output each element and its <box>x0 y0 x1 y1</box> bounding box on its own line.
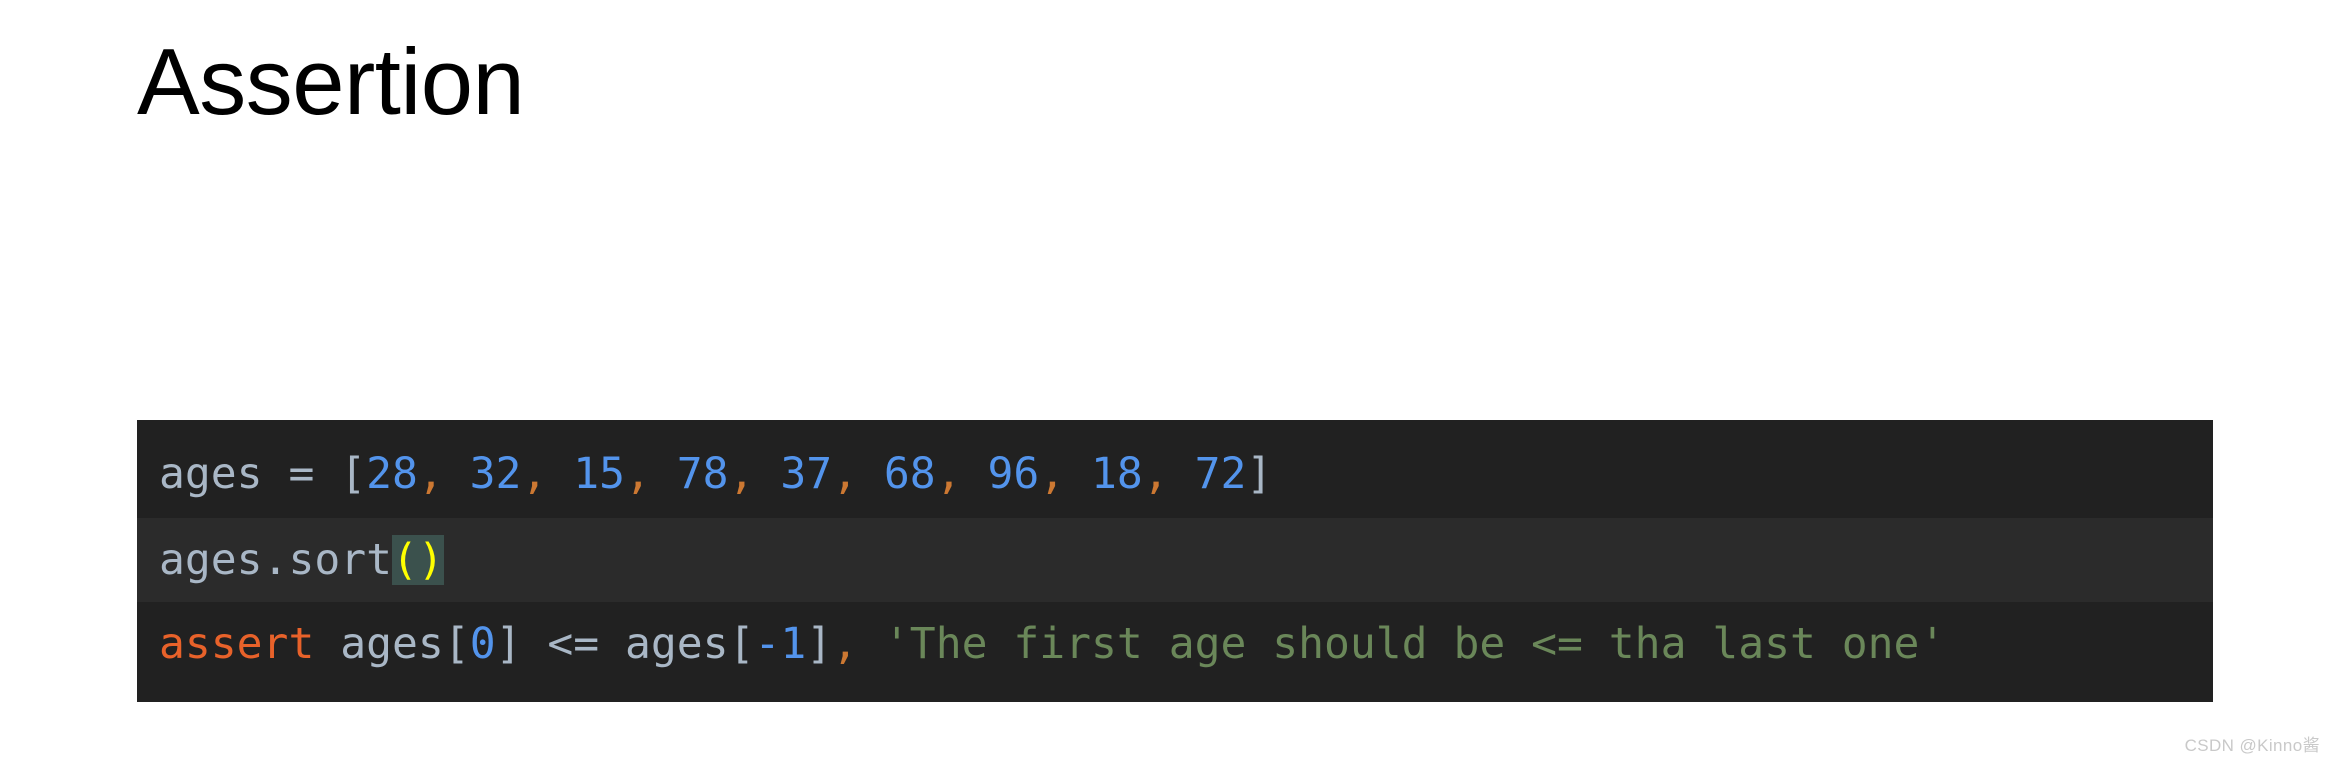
code-token-default <box>1169 449 1195 499</box>
code-token-bracket: [ <box>340 449 367 499</box>
code-token-keyword: assert <box>159 619 315 669</box>
code-token-default <box>651 449 677 499</box>
code-token-bracket: [ <box>443 619 470 669</box>
code-token-comma: , <box>935 449 962 499</box>
code-token-comma: , <box>521 449 548 499</box>
code-token-number: 78 <box>676 449 729 499</box>
code-block: ages = [28, 32, 15, 78, 37, 68, 96, 18, … <box>137 420 2213 702</box>
code-token-number: 28 <box>366 449 418 499</box>
code-token-default <box>444 449 470 499</box>
slide-canvas: Assertion ages = [28, 32, 15, 78, 37, 68… <box>0 0 2338 766</box>
code-token-bracket: ] <box>1246 449 1273 499</box>
code-token-default <box>962 449 988 499</box>
code-token-comma: , <box>625 449 651 499</box>
code-token-default: ages.sort <box>159 535 392 585</box>
code-token-default <box>754 449 780 499</box>
code-token-number: 15 <box>573 449 626 499</box>
code-token-default: <= ages <box>521 619 729 669</box>
code-token-number: 0 <box>469 619 496 669</box>
code-token-number: 32 <box>469 449 522 499</box>
code-token-number: 96 <box>987 449 1040 499</box>
code-token-default: ages = <box>159 449 341 499</box>
page-title: Assertion <box>137 29 525 134</box>
code-token-default <box>858 619 884 669</box>
code-token-number: 18 <box>1091 449 1143 499</box>
code-token-bracket: ] <box>495 619 522 669</box>
code-token-paren-match: () <box>392 535 444 585</box>
watermark: CSDN @Kinno酱 <box>2184 736 2320 755</box>
code-token-comma: , <box>417 449 444 499</box>
code-token-string: 'The first age should be <= tha last one… <box>883 619 1946 669</box>
code-token-comma: , <box>728 449 755 499</box>
code-token-comma: , <box>832 619 859 669</box>
code-token-number: 68 <box>883 449 936 499</box>
code-line: ages = [28, 32, 15, 78, 37, 68, 96, 18, … <box>137 420 2213 518</box>
code-token-comma: , <box>832 449 859 499</box>
code-token-default <box>858 449 884 499</box>
code-token-number: 37 <box>780 449 833 499</box>
code-line: ages.sort() <box>137 518 2213 602</box>
code-token-comma: , <box>1142 449 1169 499</box>
code-token-bracket: ] <box>806 619 833 669</box>
code-line: assert ages[0] <= ages[-1], 'The first a… <box>137 602 2213 702</box>
code-token-number: -1 <box>754 619 807 669</box>
code-token-number: 72 <box>1194 449 1247 499</box>
code-token-default <box>1065 449 1091 499</box>
code-token-default <box>547 449 573 499</box>
code-token-comma: , <box>1039 449 1066 499</box>
code-token-default: ages <box>314 619 444 669</box>
code-token-bracket: [ <box>728 619 755 669</box>
